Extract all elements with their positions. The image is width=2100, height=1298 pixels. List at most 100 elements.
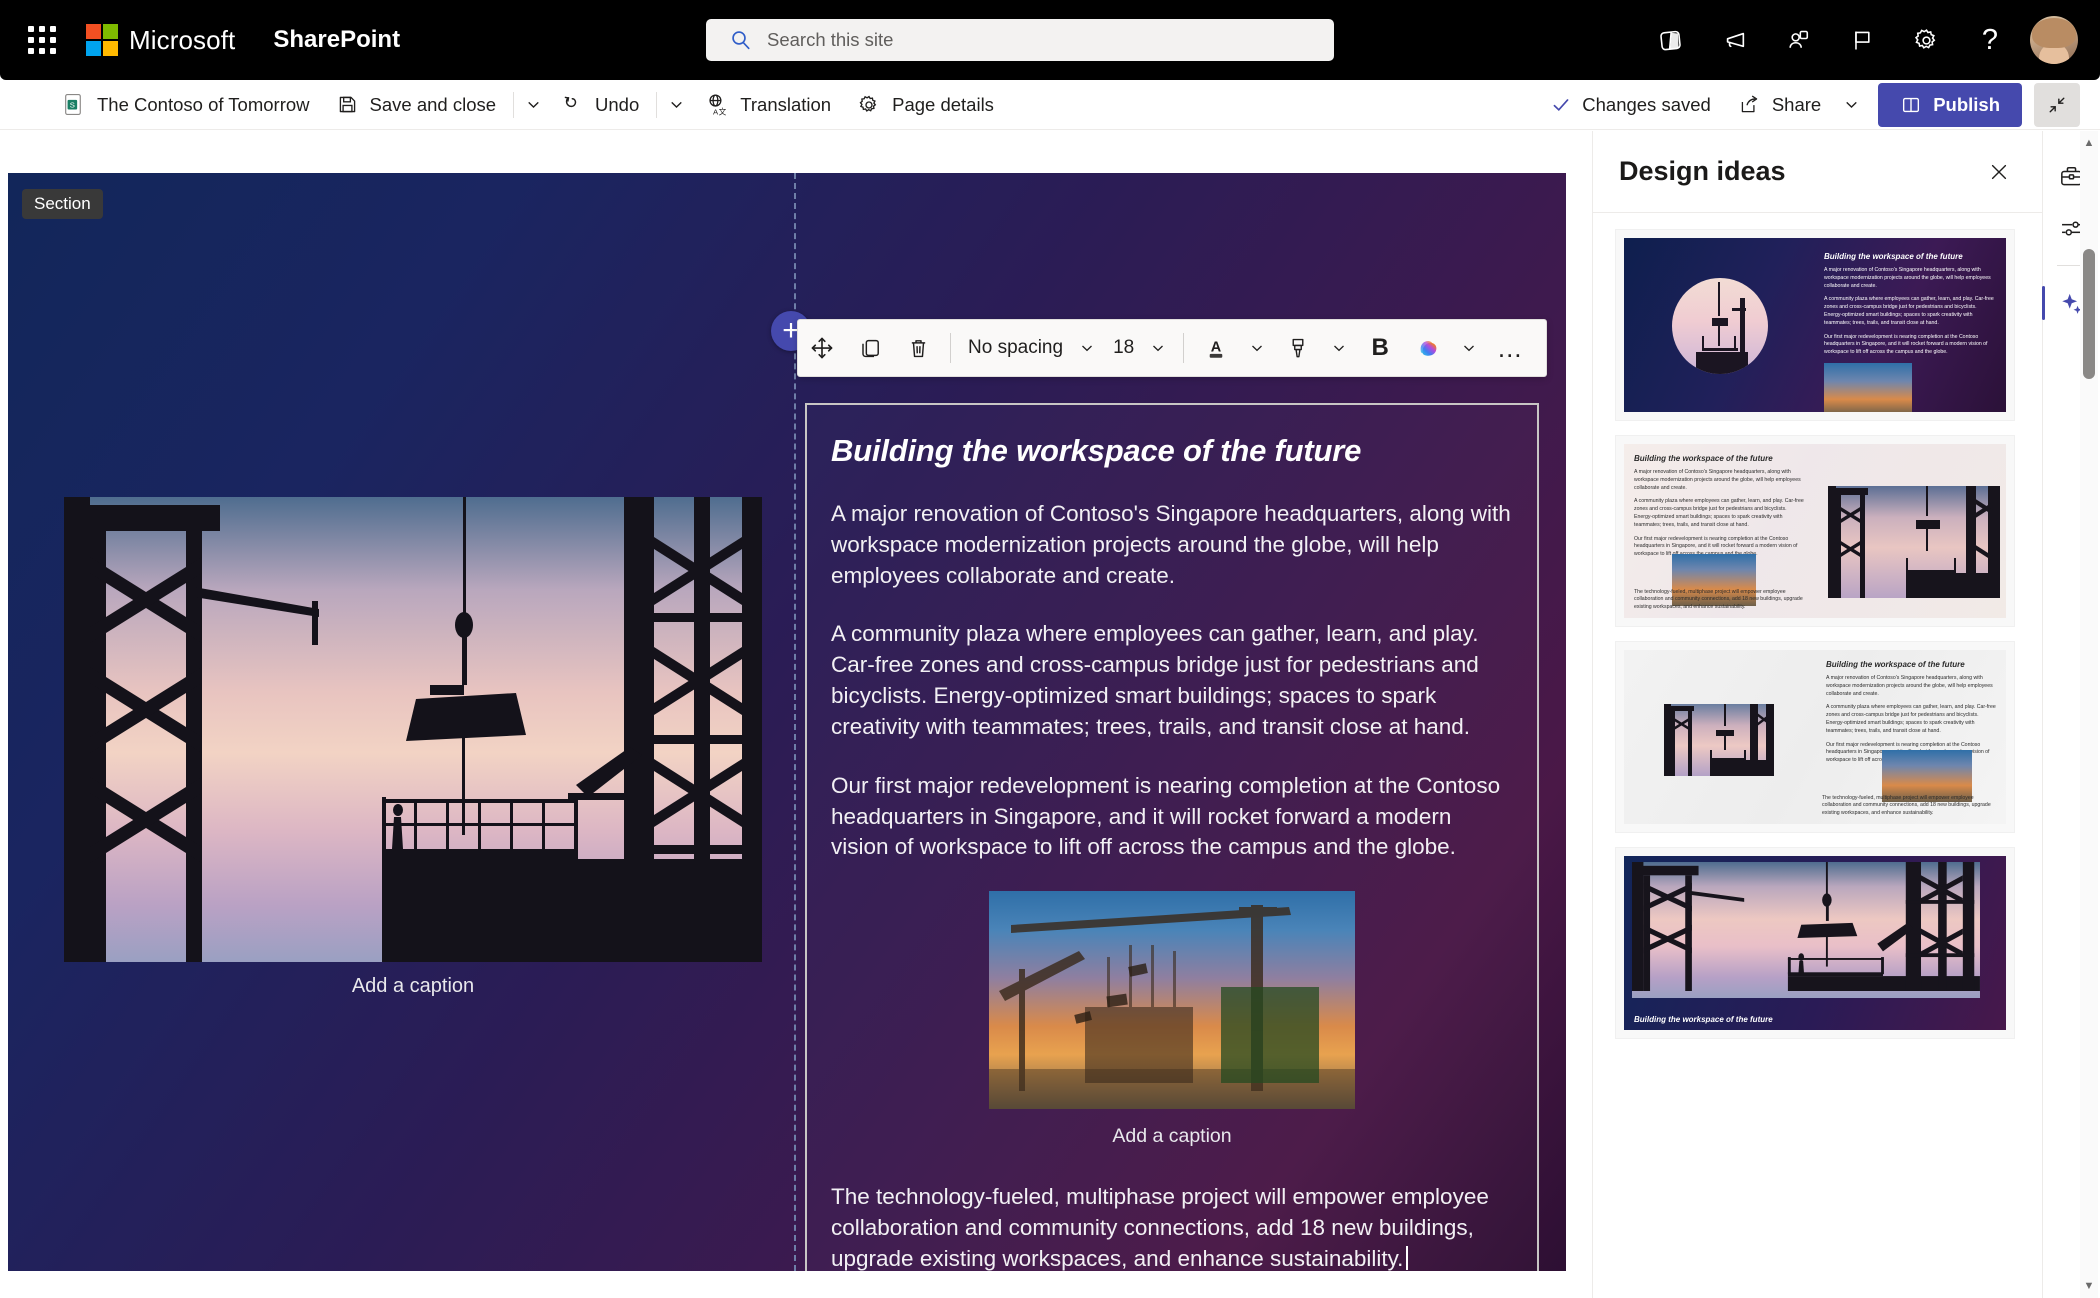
idea1-body-1: A major renovation of Contoso's Singapor… (1824, 267, 1991, 289)
move-icon[interactable] (798, 325, 846, 371)
idea4-caption: Building the workspace of the future (1634, 1015, 1773, 1024)
idea2-body-1: A major renovation of Contoso's Singapor… (1634, 469, 1801, 491)
design-idea-3[interactable]: Building the workspace of the future A m… (1615, 641, 2015, 833)
scrollbar-track[interactable] (2080, 155, 2098, 1274)
suite-actions: ? (1638, 0, 2084, 80)
svg-text:文: 文 (719, 107, 727, 117)
hero-image-caption[interactable]: Add a caption (8, 975, 818, 998)
megaphone-icon[interactable] (1702, 8, 1766, 72)
hero-image[interactable] (64, 497, 762, 962)
microsoft-logo[interactable]: Microsoft (86, 24, 235, 56)
font-color-icon[interactable]: A (1192, 325, 1240, 371)
text-format-toolbar: No spacing 18 A B ... (797, 319, 1547, 377)
webpart-paragraph-2[interactable]: A community plaza where employees can ga… (831, 619, 1513, 742)
more-label: ... (1497, 332, 1523, 363)
design-ideas-list: Building the workspace of the future A m… (1593, 213, 2042, 1039)
publish-label: Publish (1933, 93, 2000, 115)
chevron-down-icon (1153, 345, 1164, 352)
scroll-down-icon[interactable]: ▼ (2080, 1274, 2098, 1298)
design-idea-4[interactable]: Building the workspace of the future (1615, 847, 2015, 1039)
translation-icon: A 文 (709, 94, 727, 117)
save-options-chevron-down-icon[interactable] (518, 84, 548, 126)
idea3-body-1: A major renovation of Contoso's Singapor… (1826, 675, 1993, 697)
divider (1183, 333, 1185, 363)
app-launcher-icon[interactable] (14, 12, 70, 68)
idea3-heading: Building the workspace of the future (1826, 660, 1965, 669)
avatar[interactable] (2030, 16, 2078, 64)
changes-saved-status: Changes saved (1538, 94, 1723, 116)
scrollbar-thumb[interactable] (2083, 249, 2095, 379)
save-and-close-button[interactable]: Save and close (323, 84, 510, 126)
design-ideas-header: Design ideas (1593, 131, 2042, 213)
share-options-chevron-down-icon[interactable] (1836, 84, 1866, 126)
copilot-icon[interactable] (1404, 325, 1452, 371)
close-icon[interactable] (1978, 151, 2020, 193)
collapse-button[interactable] (2034, 82, 2080, 127)
suite-bar: Microsoft SharePoint Search this site ? (0, 0, 2100, 80)
font-size-select[interactable]: 18 (1104, 325, 1175, 371)
page-details-button[interactable]: Page details (844, 84, 1007, 126)
appearance-icon[interactable] (1638, 8, 1702, 72)
save-icon (339, 96, 355, 113)
chevron-down-icon (1082, 345, 1093, 352)
search-input[interactable] (767, 29, 1334, 51)
webpart-title[interactable]: Building the workspace of the future (831, 433, 1513, 469)
share-button[interactable]: Share (1725, 84, 1834, 126)
delete-icon[interactable] (894, 325, 942, 371)
font-color-chevron-down-icon[interactable] (1240, 325, 1274, 371)
page-title-button[interactable]: S The Contoso of Tomorrow (48, 84, 323, 126)
design-ideas-title: Design ideas (1619, 156, 1786, 186)
design-idea-2[interactable]: Building the workspace of the future A m… (1615, 435, 2015, 627)
design-ideas-panel: Design ideas Building the workspace of t… (1592, 131, 2042, 1298)
undo-options-chevron-down-icon[interactable] (661, 84, 691, 126)
gear-icon[interactable] (1894, 8, 1958, 72)
construction-silhouette (64, 497, 762, 962)
publish-button[interactable]: Publish (1878, 82, 2022, 127)
crane-silhouette (1696, 282, 1748, 374)
font-size-value: 18 (1113, 337, 1135, 358)
divider (950, 333, 951, 363)
construction-silhouette (1664, 704, 1774, 776)
page-details-gear-icon (859, 95, 877, 112)
webpart-closing-paragraph[interactable]: The technology-fueled, multiphase projec… (831, 1182, 1513, 1271)
left-column: Add a caption (8, 173, 794, 1271)
undo-button[interactable]: Undo (548, 84, 652, 126)
bold-button[interactable]: B (1356, 325, 1404, 371)
design-idea-1[interactable]: Building the workspace of the future A m… (1615, 229, 2015, 421)
idea1-body-2: A community plaza where employees can ga… (1824, 296, 1994, 326)
divider (656, 91, 658, 118)
webpart-paragraph-1[interactable]: A major renovation of Contoso's Singapor… (831, 499, 1513, 591)
bold-label: B (1371, 334, 1389, 361)
check-icon (1553, 98, 1569, 111)
translation-button[interactable]: A 文 Translation (691, 84, 844, 126)
crane-silhouette (989, 905, 1355, 1110)
search-box[interactable] (706, 19, 1334, 61)
flag-icon[interactable] (1830, 8, 1894, 72)
inline-image[interactable] (989, 891, 1355, 1110)
share-icon (1741, 95, 1758, 113)
translation-label: Translation (740, 93, 832, 115)
person-add-icon[interactable] (1766, 8, 1830, 72)
more-options-icon[interactable]: ... (1486, 325, 1534, 371)
section-label: Section (22, 189, 103, 219)
paragraph-style-value: No spacing (968, 337, 1064, 358)
text-webpart[interactable]: Building the workspace of the future A m… (805, 403, 1539, 1271)
construction-silhouette (1632, 862, 1980, 992)
canvas-scrollbar[interactable]: ▲ ▼ (2080, 131, 2098, 1298)
svg-text:S: S (70, 101, 75, 110)
idea4-main-photo (1632, 862, 1980, 998)
app-name-label[interactable]: SharePoint (273, 26, 400, 54)
highlight-icon[interactable] (1274, 325, 1322, 371)
webpart-paragraph-3[interactable]: Our first major redevelopment is nearing… (831, 771, 1513, 863)
paragraph-style-select[interactable]: No spacing (959, 325, 1104, 371)
scroll-up-icon[interactable]: ▲ (2080, 131, 2098, 155)
command-bar: S The Contoso of Tomorrow Save and close… (0, 80, 2100, 130)
idea2-main-photo (1828, 486, 2000, 598)
highlight-chevron-down-icon[interactable] (1322, 325, 1356, 371)
idea1-body-3: Our first major redevelopment is nearing… (1824, 333, 1988, 356)
inline-image-caption[interactable]: Add a caption (831, 1125, 1513, 1148)
search-icon (730, 29, 752, 51)
copilot-chevron-down-icon[interactable] (1452, 325, 1486, 371)
help-icon[interactable]: ? (1958, 8, 2022, 72)
duplicate-icon[interactable] (846, 325, 894, 371)
